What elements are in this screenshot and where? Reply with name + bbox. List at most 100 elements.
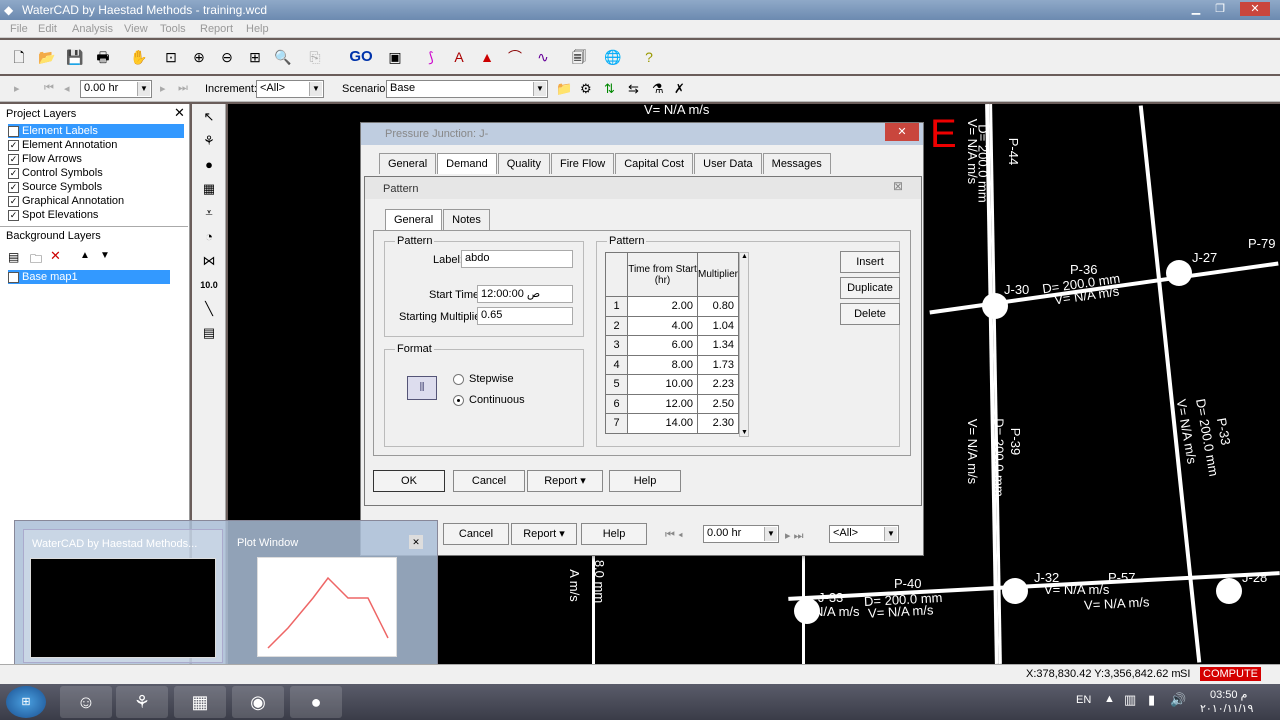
annotation-icon[interactable]: A xyxy=(448,46,470,68)
compare-icon[interactable]: ⇆ xyxy=(628,81,639,97)
folder-icon[interactable]: 📁 xyxy=(556,81,572,97)
multiplier-cell[interactable]: 2.30 xyxy=(696,413,740,434)
menu-tools[interactable]: Tools xyxy=(160,23,186,35)
last-step-icon[interactable]: ⏭ xyxy=(178,82,188,95)
network-tray-icon[interactable]: ▥ xyxy=(1124,692,1136,708)
zoom-extents-icon[interactable]: ⊡ xyxy=(160,46,182,68)
multiplier-cell[interactable]: 1.73 xyxy=(696,354,740,375)
time-cell[interactable]: 8.00 xyxy=(627,354,698,375)
junction-j27[interactable] xyxy=(1166,260,1192,286)
table-row[interactable]: 3 6.00 1.34 xyxy=(605,335,740,356)
row-number-cell[interactable]: 6 xyxy=(605,393,628,414)
tab-general[interactable]: General xyxy=(379,153,437,174)
close-icon[interactable]: ✕ xyxy=(174,105,185,121)
checkbox-icon[interactable]: ✓ xyxy=(8,271,19,283)
table-row[interactable]: 7 14.00 2.30 xyxy=(605,413,740,434)
language-indicator[interactable]: EN xyxy=(1076,694,1091,706)
delete-scenario-icon[interactable]: ✗ xyxy=(674,81,685,97)
watercad-icon[interactable]: ⚘ xyxy=(116,686,168,718)
next-step-icon[interactable]: ▸ xyxy=(160,82,166,95)
last-step-icon[interactable]: ▸ ⏭ xyxy=(785,529,803,543)
time-cell[interactable]: 14.00 xyxy=(627,413,698,434)
close-icon[interactable]: ⊠ xyxy=(893,179,903,193)
table-row[interactable]: 4 8.00 1.73 xyxy=(605,354,740,375)
layer-control-symbols[interactable]: ✓ Control Symbols xyxy=(8,166,184,180)
recorder-icon[interactable]: ● xyxy=(290,686,342,718)
layer-flow-arrows[interactable]: ✓ Flow Arrows xyxy=(8,152,184,166)
multiplier-cell[interactable]: 2.23 xyxy=(696,374,740,395)
delete-icon[interactable]: ✕ xyxy=(50,248,61,264)
label-icon[interactable]: 10.0 xyxy=(198,274,220,296)
menu-report[interactable]: Report xyxy=(200,23,233,35)
minimize-button[interactable]: ▁ xyxy=(1186,2,1206,16)
layer-graphical-annotation[interactable]: ✓ Graphical Annotation xyxy=(8,194,184,208)
select-icon[interactable]: ↖ xyxy=(198,106,220,128)
row-number-cell[interactable]: 4 xyxy=(605,354,628,375)
first-step-icon[interactable]: ⏮ xyxy=(44,82,54,95)
close-icon[interactable]: ✕ xyxy=(885,123,919,141)
layer-spot-elevations[interactable]: ✓ Spot Elevations xyxy=(8,208,184,222)
layer-source-symbols[interactable]: ✓ Source Symbols xyxy=(8,180,184,194)
ok-button[interactable]: OK xyxy=(373,470,445,492)
increment-select[interactable]: <All> ▼ xyxy=(829,525,899,543)
time-select[interactable]: 0.00 hr ▼ xyxy=(703,525,779,543)
delete-button[interactable]: Delete xyxy=(840,303,900,325)
row-number-cell[interactable]: 1 xyxy=(605,296,628,317)
menu-help[interactable]: Help xyxy=(246,23,269,35)
tab-general[interactable]: General xyxy=(385,209,443,230)
time-select[interactable]: 0.00 hr ▼ xyxy=(80,80,152,98)
help-icon[interactable]: ? xyxy=(638,46,660,68)
zoom-previous-icon[interactable]: 🔍 xyxy=(272,46,294,68)
contour-icon[interactable]: ∿ xyxy=(532,46,554,68)
pump-icon[interactable]: ◔ xyxy=(198,226,220,248)
tab-notes[interactable]: Notes xyxy=(443,209,490,230)
network-tray-icon[interactable]: ▮ xyxy=(1148,692,1155,708)
starting-multiplier-input[interactable]: 0.65 xyxy=(477,307,573,325)
tab-quality[interactable]: Quality xyxy=(497,153,550,174)
checkbox-icon[interactable]: ✓ xyxy=(8,125,19,137)
table-row[interactable]: 5 10.00 2.23 xyxy=(605,374,740,395)
row-number-cell[interactable]: 3 xyxy=(605,335,628,356)
row-number-cell[interactable]: 5 xyxy=(605,374,628,395)
table-icon[interactable]: ▤ xyxy=(198,322,220,344)
scenario-manager-icon[interactable]: ⚙ xyxy=(580,81,592,97)
cancel-button[interactable]: Cancel xyxy=(453,470,525,492)
checkbox-icon[interactable]: ✓ xyxy=(8,209,19,221)
multiplier-cell[interactable]: 0.80 xyxy=(696,296,740,317)
globe-icon[interactable]: 🌐 xyxy=(602,46,624,68)
zoom-window-icon[interactable]: ⊞ xyxy=(244,46,266,68)
open-icon[interactable]: 📂 xyxy=(36,46,58,68)
table-scrollbar[interactable]: ▲ ▼ xyxy=(739,252,749,437)
print-icon[interactable]: 🖶 xyxy=(92,46,114,68)
help-button[interactable]: Help xyxy=(609,470,681,492)
thumbnail-watercad[interactable]: WaterCAD by Haestad Methods... xyxy=(23,529,223,663)
table-row[interactable]: 6 12.00 2.50 xyxy=(605,393,740,414)
go-button[interactable]: GO xyxy=(346,46,376,68)
graph-icon[interactable]: ▲ xyxy=(476,46,498,68)
tab-fire-flow[interactable]: Fire Flow xyxy=(550,153,615,174)
film-icon[interactable]: ▣ xyxy=(384,46,406,68)
table-row[interactable]: 1 2.00 0.80 xyxy=(605,296,740,317)
help-button[interactable]: Help xyxy=(581,523,647,545)
continuous-radio[interactable] xyxy=(453,395,464,406)
zoom-in-icon[interactable]: ⊕ xyxy=(188,46,210,68)
time-cell[interactable]: 2.00 xyxy=(627,296,698,317)
folder-icon[interactable]: 🗀 xyxy=(30,250,42,271)
pan-icon[interactable]: ✋ xyxy=(128,46,150,68)
report-button[interactable]: Report ▾ xyxy=(527,470,603,492)
start-time-input[interactable]: 12:00:00 ص xyxy=(477,285,573,303)
checkbox-icon[interactable]: ✓ xyxy=(8,167,19,179)
add-layer-icon[interactable]: ▤ xyxy=(8,250,19,264)
table-row[interactable]: 2 4.00 1.04 xyxy=(605,315,740,336)
report-button[interactable]: Report ▾ xyxy=(511,523,577,545)
cancel-button[interactable]: Cancel xyxy=(443,523,509,545)
first-step-icon[interactable]: ⏮ ◂ xyxy=(665,529,683,542)
tab-messages[interactable]: Messages xyxy=(762,153,831,174)
multiplier-cell[interactable]: 1.34 xyxy=(696,335,740,356)
valve-icon[interactable]: ⋈ xyxy=(198,250,220,272)
network-icon[interactable]: ⚘ xyxy=(198,130,220,152)
menu-view[interactable]: View xyxy=(124,23,148,35)
checkbox-icon[interactable]: ✓ xyxy=(8,153,19,165)
reservoir-icon[interactable]: ⩡ xyxy=(198,202,220,224)
checkbox-icon[interactable]: ✓ xyxy=(8,181,19,193)
